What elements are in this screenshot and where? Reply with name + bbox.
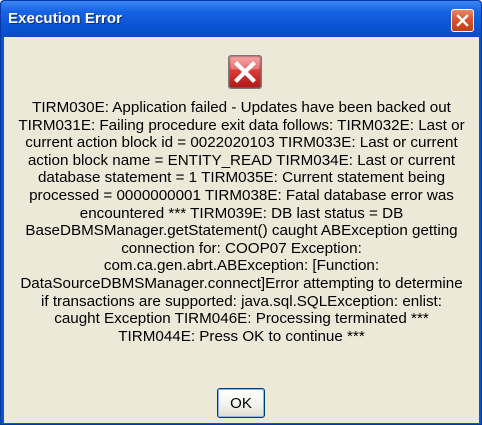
title-bar[interactable]: Execution Error <box>1 1 481 37</box>
message-line: caught Exception TIRM046E: Processing te… <box>54 310 429 328</box>
close-icon <box>456 14 469 27</box>
execution-error-dialog: Execution Error TIRM030E: Application fa… <box>0 0 482 425</box>
message-line: connection for: COOP07 Exception: <box>121 239 362 257</box>
ok-button[interactable]: OK <box>217 388 265 418</box>
message-line: encountered *** TIRM039E: DB last status… <box>79 204 404 222</box>
message-line: BaseDBMSManager.getStatement() caught AB… <box>25 222 458 240</box>
close-button[interactable] <box>451 9 474 32</box>
message-line: processed = 0000000001 TIRM038E: Fatal d… <box>29 186 454 204</box>
message-line: database statement = 1 TIRM035E: Current… <box>37 169 446 187</box>
message-line: current action block id = 0022020103 TIR… <box>25 134 458 152</box>
message-line: if transactions are supported: java.sql.… <box>41 292 442 310</box>
message-line: DataSourceDBMSManager.connect]Error atte… <box>20 274 463 292</box>
error-message: TIRM030E: Application failed - Updates h… <box>4 99 479 345</box>
message-line: TIRM031E: Failing procedure exit data fo… <box>18 116 465 134</box>
error-icon <box>228 55 262 89</box>
window-title: Execution Error <box>8 10 123 27</box>
message-line: TIRM030E: Application failed - Updates h… <box>32 99 451 116</box>
message-line: TIRM044E: Press OK to continue *** <box>118 327 365 345</box>
dialog-body: TIRM030E: Application failed - Updates h… <box>4 37 479 423</box>
message-line: com.ca.gen.abrt.ABException: [Function: <box>103 257 380 275</box>
message-line: action block name = ENTITY_READ TIRM034E… <box>27 151 456 169</box>
